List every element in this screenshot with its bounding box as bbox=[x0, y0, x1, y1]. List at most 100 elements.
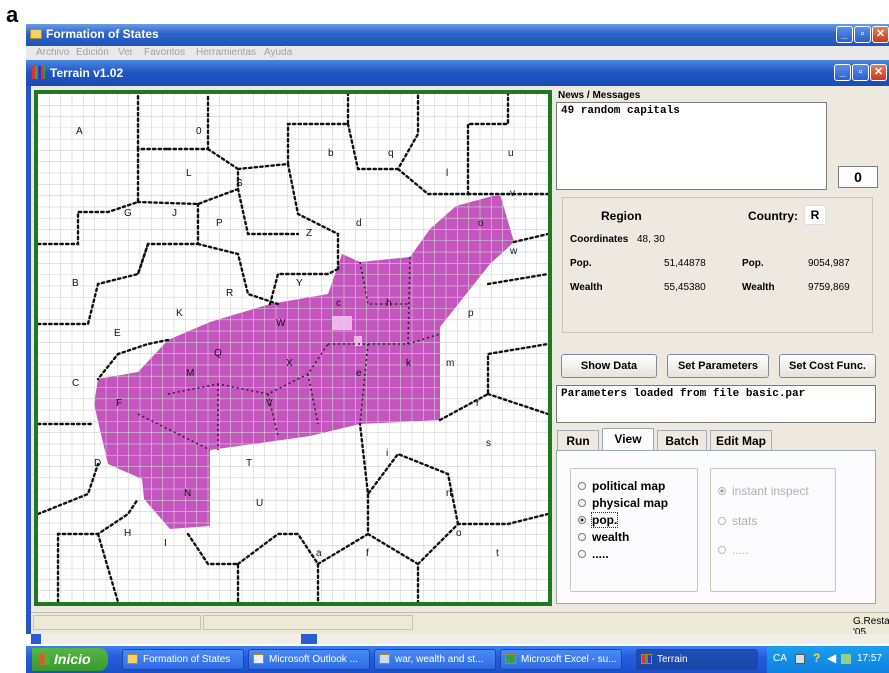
radio-wealth[interactable]: wealth bbox=[578, 530, 629, 546]
country-label: Y bbox=[296, 278, 303, 289]
map-canvas[interactable]: A 0b q uLSlvG JPZd owBRYc hpKWEQX k mCM eF VrsD TiN… bbox=[38, 94, 548, 602]
maximize-button[interactable]: ▫ bbox=[854, 26, 871, 43]
country-label: o bbox=[478, 218, 484, 229]
menu-herramientas[interactable]: Herramientas bbox=[196, 47, 256, 58]
country-label: p bbox=[468, 308, 474, 319]
country-label: M bbox=[186, 368, 194, 379]
radio-stats[interactable]: stats bbox=[718, 514, 757, 530]
country-label: V bbox=[266, 398, 273, 409]
radio-label: pop. bbox=[590, 512, 619, 528]
set-parameters-button[interactable]: Set Parameters bbox=[667, 354, 769, 378]
tab-view[interactable]: View bbox=[602, 428, 654, 450]
radio-label: ..... bbox=[592, 547, 609, 561]
radio-inspect-more[interactable]: ..... bbox=[718, 543, 749, 559]
country-label: s bbox=[486, 438, 491, 449]
task-formation-of-states[interactable]: Formation of States bbox=[122, 649, 244, 670]
radio-dot bbox=[578, 550, 586, 558]
app-close-button[interactable]: ✕ bbox=[870, 64, 887, 81]
country-label: Z bbox=[306, 228, 312, 239]
menu-archivo[interactable]: Archivo bbox=[36, 47, 69, 58]
country-label: Country: bbox=[748, 209, 798, 223]
tab-run[interactable]: Run bbox=[557, 430, 599, 450]
task-label: Microsoft Excel - su... bbox=[521, 654, 617, 665]
region-border bbox=[136, 242, 150, 276]
outer-window-titlebar[interactable]: Formation of States _ ▫ ✕ bbox=[26, 24, 889, 46]
app-grid-icon bbox=[32, 66, 45, 79]
tab-batch[interactable]: Batch bbox=[657, 430, 707, 450]
task-outlook[interactable]: Microsoft Outlook ... bbox=[248, 649, 370, 670]
minimize-button[interactable]: _ bbox=[836, 26, 853, 43]
connection-icon[interactable] bbox=[841, 654, 851, 664]
radio-label: stats bbox=[732, 514, 758, 528]
country-label: l bbox=[446, 168, 448, 179]
volume-icon[interactable]: ◀ bbox=[827, 651, 836, 665]
country-label: S bbox=[236, 178, 243, 189]
app-maximize-button[interactable]: ▫ bbox=[852, 64, 869, 81]
country-label: w bbox=[509, 246, 518, 257]
country-label: i bbox=[386, 448, 388, 459]
news-messages-box[interactable]: 49 random capitals bbox=[556, 102, 827, 190]
help-icon[interactable]: ? bbox=[813, 651, 820, 665]
radio-political-map[interactable]: political map bbox=[578, 479, 665, 495]
start-button[interactable]: Inicio bbox=[32, 648, 108, 671]
tab-edit-map[interactable]: Edit Map bbox=[710, 430, 772, 450]
task-terrain[interactable]: Terrain bbox=[636, 649, 758, 670]
document-icon bbox=[379, 654, 390, 664]
coordinates-label: Coordinates bbox=[570, 234, 629, 245]
region-border bbox=[286, 162, 340, 271]
task-label: war, wealth and st... bbox=[395, 654, 484, 665]
scroll-left-arrow-icon[interactable] bbox=[31, 634, 41, 644]
task-excel[interactable]: Microsoft Excel - su... bbox=[500, 649, 622, 670]
country-label: a bbox=[316, 548, 322, 559]
country-label: b bbox=[328, 148, 334, 159]
status-segment bbox=[33, 615, 201, 630]
horizontal-scrollbar[interactable] bbox=[31, 634, 889, 644]
country-value: R bbox=[810, 208, 820, 222]
region-border bbox=[486, 272, 548, 286]
country-label: n bbox=[446, 488, 452, 499]
log-text: Parameters loaded from file basic.par bbox=[561, 388, 806, 400]
country-label: T bbox=[246, 458, 252, 469]
menu-ayuda[interactable]: Ayuda bbox=[264, 47, 292, 58]
region-border bbox=[196, 242, 280, 306]
close-button[interactable]: ✕ bbox=[872, 26, 889, 43]
clock: 17:57 bbox=[857, 653, 883, 664]
country-pop-label: Pop. bbox=[742, 258, 764, 269]
country-label: K bbox=[176, 308, 183, 319]
country-label: v bbox=[510, 188, 515, 199]
capital-cell bbox=[332, 316, 352, 330]
app-minimize-button[interactable]: _ bbox=[834, 64, 851, 81]
country-label: u bbox=[508, 148, 514, 159]
country-label: H bbox=[124, 528, 131, 539]
menu-favoritos[interactable]: Favoritos bbox=[144, 47, 185, 58]
region-pop-value: 51,44878 bbox=[664, 258, 706, 269]
terrain-map[interactable]: A0bquLSlvGJPZdowBRYchpKWEQXkmCMeFVrsDTiN… bbox=[34, 90, 552, 606]
set-cost-func-button[interactable]: Set Cost Func. bbox=[779, 354, 876, 378]
log-textbox[interactable]: Parameters loaded from file basic.par bbox=[556, 385, 876, 423]
country-pop-value: 9054,987 bbox=[808, 258, 850, 269]
menu-edicion[interactable]: Edición bbox=[76, 47, 109, 58]
radio-label: wealth bbox=[592, 530, 630, 544]
radio-physical-map[interactable]: physical map bbox=[578, 496, 668, 512]
radio-more[interactable]: ..... bbox=[578, 547, 609, 563]
radio-instant-inspect[interactable]: instant inspect bbox=[718, 484, 809, 500]
app-window-titlebar[interactable]: Terrain v1.02 _ ▫ ✕ bbox=[26, 60, 889, 86]
radio-dot bbox=[578, 499, 586, 507]
country-label: P bbox=[216, 218, 223, 229]
country-label: q bbox=[388, 148, 394, 159]
show-data-button[interactable]: Show Data bbox=[561, 354, 657, 378]
task-word-document[interactable]: war, wealth and st... bbox=[374, 649, 496, 670]
network-icon[interactable] bbox=[795, 654, 805, 664]
radio-pop[interactable]: pop. bbox=[578, 512, 619, 529]
country-label: E bbox=[114, 328, 121, 339]
region-heading: Region bbox=[601, 209, 642, 223]
coordinates-value: 48, 30 bbox=[637, 234, 665, 245]
country-label: Q bbox=[214, 348, 222, 359]
language-indicator[interactable]: CA bbox=[773, 653, 787, 664]
scroll-thumb[interactable] bbox=[301, 634, 317, 644]
outlook-icon bbox=[253, 654, 264, 664]
radio-label: physical map bbox=[592, 496, 669, 510]
radio-dot bbox=[718, 517, 726, 525]
menu-ver[interactable]: Ver bbox=[118, 47, 133, 58]
country-label: R bbox=[226, 288, 233, 299]
